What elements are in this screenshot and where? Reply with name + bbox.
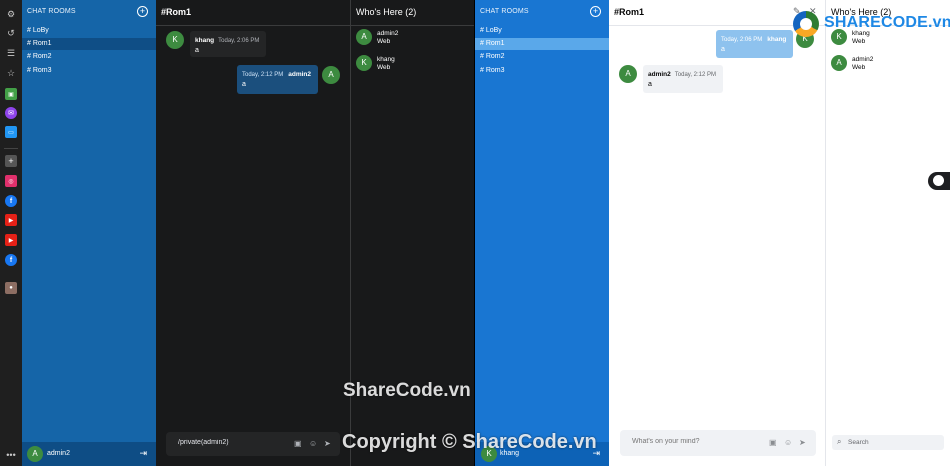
- watermark-copyright: Copyright © ShareCode.vn: [342, 431, 597, 453]
- send-icon[interactable]: ➤: [324, 439, 331, 448]
- discord-fab-button[interactable]: [928, 172, 950, 190]
- divider: [351, 25, 474, 26]
- room-item[interactable]: # Rom3: [22, 65, 156, 77]
- add-room-button[interactable]: +: [590, 6, 601, 17]
- message-composer[interactable]: ▣ ☺ ➤: [620, 430, 816, 456]
- app-icon[interactable]: ▣: [5, 88, 17, 100]
- message-author: khang: [195, 37, 215, 44]
- room-item-active[interactable]: # Rom1: [475, 38, 609, 50]
- user-row[interactable]: A admin2 Web: [356, 29, 466, 47]
- avatar: A: [619, 65, 637, 83]
- logo-mark-icon: [793, 11, 819, 37]
- instagram-icon[interactable]: ◎: [5, 175, 17, 187]
- messenger-icon[interactable]: ✉: [5, 107, 17, 119]
- settings-icon[interactable]: ⚙: [5, 8, 17, 20]
- rooms-sidebar: CHAT ROOMS + # LoBy # Rom1 # Rom2 # Rom3…: [475, 0, 609, 466]
- message-bubble-own: Today, 2:06 PM khang a: [716, 30, 793, 58]
- message-text: a: [648, 81, 652, 88]
- logo-text: SHARECODE.vn: [824, 14, 950, 31]
- who-title: Who's Here (2): [356, 7, 417, 17]
- avatar: K: [356, 55, 372, 71]
- youtube-icon[interactable]: ▶: [5, 234, 17, 246]
- add-icon[interactable]: +: [5, 155, 17, 167]
- room-item[interactable]: # LoBy: [22, 25, 156, 37]
- emoji-icon[interactable]: ☺: [784, 438, 792, 447]
- message-time: Today, 2:12 PM: [242, 72, 284, 78]
- sidebar-footer: A admin2 ⇥: [22, 442, 156, 466]
- image-icon[interactable]: ▣: [769, 438, 777, 447]
- divider: [156, 25, 350, 26]
- message-author: admin2: [288, 71, 312, 78]
- search-icon: ⌕: [837, 437, 842, 446]
- sidebar-header: CHAT ROOMS: [27, 8, 76, 15]
- rooms-sidebar: CHAT ROOMS + # LoBy # Rom1 # Rom2 # Rom3…: [22, 0, 156, 466]
- chat-panel: #Rom1 ✎ ✕ Today, 2:06 PM khang a K A admi…: [609, 0, 825, 466]
- message-bubble: admin2 Today, 2:12 PM a: [643, 65, 723, 93]
- add-room-button[interactable]: +: [137, 6, 148, 17]
- profile-icon[interactable]: ●: [5, 282, 17, 294]
- send-icon[interactable]: ➤: [799, 438, 806, 447]
- facebook-icon[interactable]: f: [5, 195, 17, 207]
- current-user-name: admin2: [47, 450, 70, 457]
- room-item[interactable]: # Rom2: [22, 51, 156, 63]
- image-icon[interactable]: ▣: [294, 439, 302, 448]
- avatar: A: [356, 29, 372, 45]
- star-icon[interactable]: ☆: [5, 67, 17, 79]
- sharecode-logo: SHARECODE.vn: [793, 9, 950, 39]
- facebook-icon[interactable]: f: [5, 254, 17, 266]
- user-name: admin2: [852, 56, 874, 63]
- user-platform: Web: [377, 64, 391, 71]
- user-platform: Web: [852, 64, 866, 71]
- message-composer[interactable]: ▣ ☺ ➤: [166, 432, 340, 456]
- user-name: admin2: [377, 30, 399, 37]
- more-icon[interactable]: •••: [5, 449, 17, 461]
- logout-icon[interactable]: ⇥: [139, 448, 147, 459]
- divider: [4, 148, 18, 149]
- user-name: khang: [377, 56, 395, 63]
- message-input[interactable]: [632, 438, 732, 445]
- message-time: Today, 2:06 PM: [218, 38, 260, 44]
- message-bubble: khang Today, 2:06 PM a: [190, 31, 266, 57]
- chat-app-light: CHAT ROOMS + # LoBy # Rom1 # Rom2 # Rom3…: [475, 0, 950, 466]
- room-item-active[interactable]: # Rom1: [22, 38, 156, 50]
- who-is-here-panel: Who's Here (2) K khang Web A admin2 Web …: [825, 0, 950, 466]
- avatar: K: [166, 31, 184, 49]
- avatar: A: [27, 446, 43, 462]
- search-placeholder: Search: [848, 439, 869, 446]
- room-item[interactable]: # Rom3: [475, 65, 609, 77]
- youtube-icon[interactable]: ▶: [5, 214, 17, 226]
- message-text: a: [721, 46, 725, 53]
- message-time: Today, 2:06 PM: [721, 37, 763, 43]
- user-platform: Web: [852, 38, 866, 45]
- room-title: #Rom1: [161, 7, 192, 17]
- browser-sidebar: ⚙ ↺ ☰ ☆ ▣ ✉ ▭ + ◎ f ▶ ▶ f ● •••: [0, 0, 22, 466]
- user-platform: Web: [377, 38, 391, 45]
- watermark-center: ShareCode.vn: [343, 380, 471, 401]
- emoji-icon[interactable]: ☺: [309, 439, 317, 448]
- user-row[interactable]: A admin2 Web: [831, 55, 941, 73]
- message-author: admin2: [648, 71, 671, 78]
- sidebar-header: CHAT ROOMS: [480, 8, 529, 15]
- avatar: A: [322, 66, 340, 84]
- avatar: A: [831, 55, 847, 71]
- message-text: a: [195, 47, 199, 54]
- chat-panel: #Rom1 K khang Today, 2:06 PM a Today, 2:1…: [156, 0, 350, 466]
- room-item[interactable]: # LoBy: [475, 25, 609, 37]
- reading-list-icon[interactable]: ☰: [5, 47, 17, 59]
- message-time: Today, 2:12 PM: [674, 72, 717, 78]
- message-author: khang: [767, 36, 787, 43]
- message-text: a: [242, 81, 246, 88]
- message-input[interactable]: [178, 439, 278, 446]
- chat-app-icon[interactable]: ▭: [5, 126, 17, 138]
- user-row[interactable]: K khang Web: [356, 55, 466, 73]
- room-item[interactable]: # Rom2: [475, 51, 609, 63]
- history-icon[interactable]: ↺: [5, 27, 17, 39]
- room-title: #Rom1: [614, 7, 645, 17]
- discord-icon: [933, 175, 944, 186]
- user-search[interactable]: ⌕ Search: [832, 435, 944, 450]
- message-bubble-own: Today, 2:12 PM admin2 a: [237, 65, 318, 94]
